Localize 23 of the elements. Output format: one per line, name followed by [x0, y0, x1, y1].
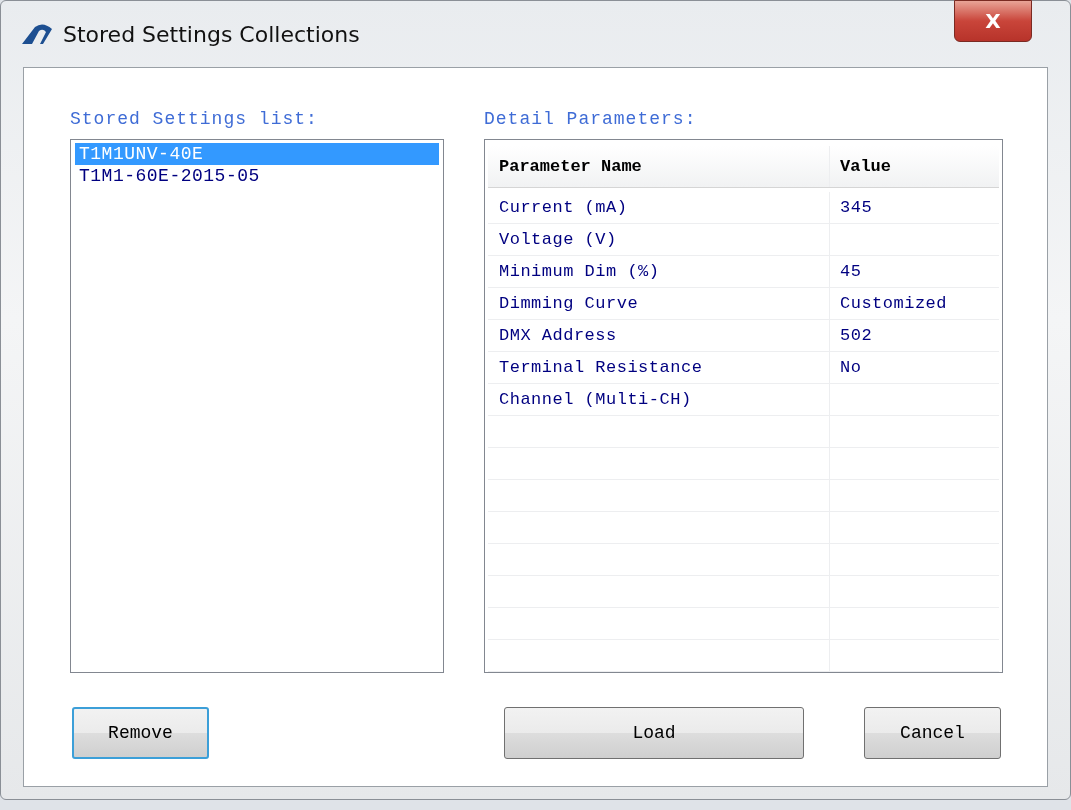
- table-cell-text: Dimming Curve: [499, 292, 639, 315]
- list-label: Stored Settings list:: [70, 108, 319, 131]
- app-logo-icon: [21, 23, 53, 45]
- list-item[interactable]: T1M1-60E-2015-05: [75, 165, 439, 187]
- detail-label: Detail Parameters:: [484, 108, 698, 131]
- table-cell-text: No: [840, 356, 862, 379]
- table-cell-text: Customized: [840, 292, 948, 315]
- table-cell-text: Channel (Multi-CH): [499, 388, 692, 411]
- table-cell-text: 502: [840, 324, 873, 347]
- remove-button[interactable]: Remove: [72, 707, 209, 759]
- table-cell-text: Current (mA): [499, 196, 628, 219]
- table-cell-text: Minimum Dim (%): [499, 260, 660, 283]
- column-header[interactable]: Parameter Name: [499, 153, 642, 180]
- window-title: Stored Settings Collections: [63, 20, 360, 49]
- table-cell-text: Terminal Resistance: [499, 356, 703, 379]
- column-header[interactable]: Value: [840, 153, 891, 180]
- cancel-button[interactable]: Cancel: [864, 707, 1001, 759]
- table-cell-text: Voltage (V): [499, 228, 617, 251]
- table-cell-text: 45: [840, 260, 862, 283]
- table-cell-text: 345: [840, 196, 873, 219]
- load-button[interactable]: Load: [504, 707, 804, 759]
- table-cell-text: DMX Address: [499, 324, 617, 347]
- close-button[interactable]: X: [954, 0, 1032, 42]
